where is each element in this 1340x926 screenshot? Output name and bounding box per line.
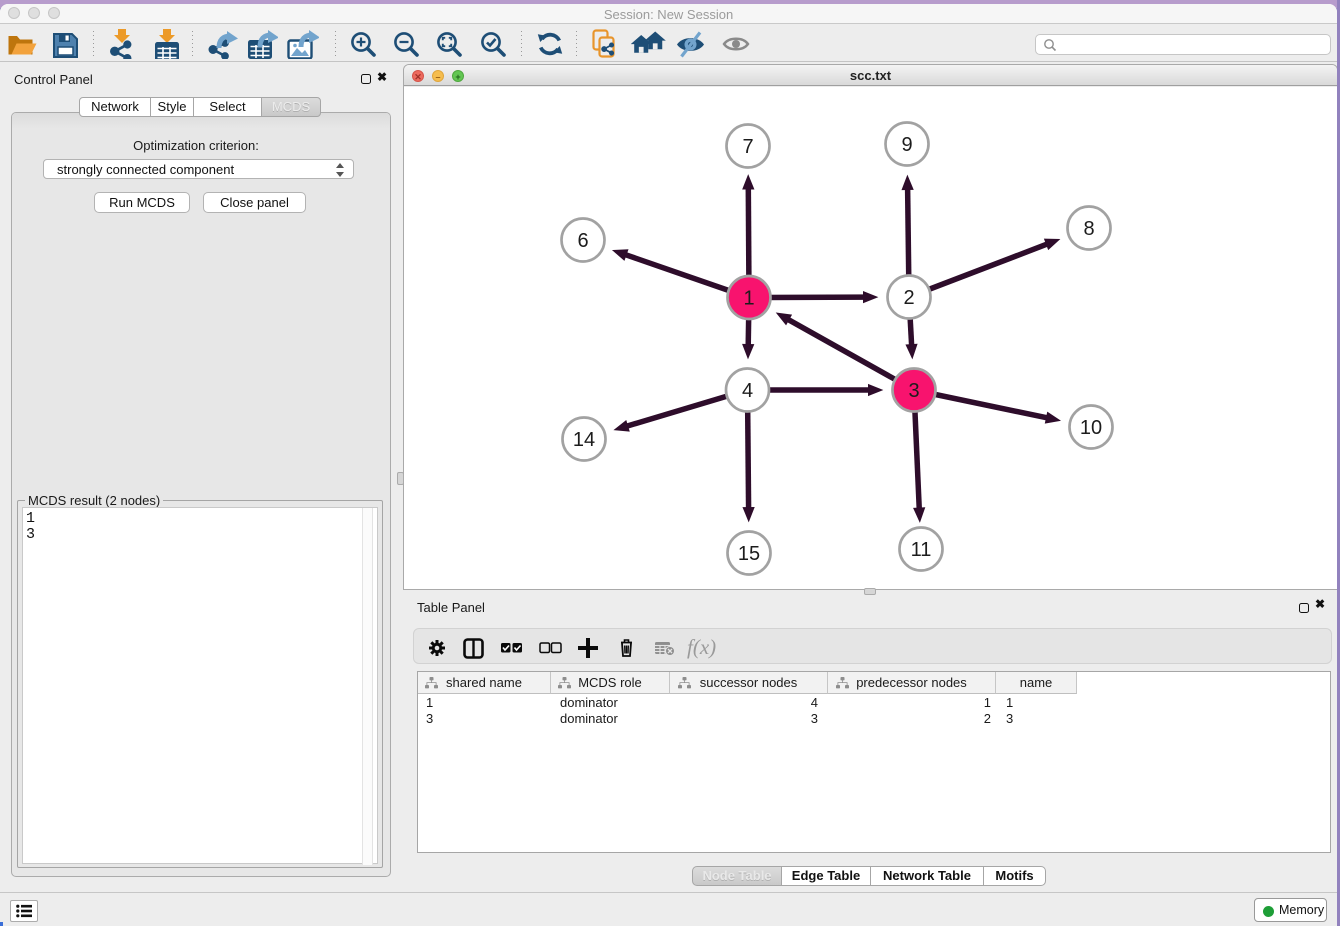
- svg-text:15: 15: [738, 543, 760, 565]
- svg-text:10: 10: [1080, 417, 1102, 439]
- svg-text:3: 3: [908, 380, 919, 402]
- svg-text:8: 8: [1083, 218, 1094, 240]
- svg-text:11: 11: [911, 539, 932, 561]
- svg-text:2: 2: [903, 287, 914, 309]
- svg-text:7: 7: [742, 136, 753, 158]
- svg-text:14: 14: [573, 429, 595, 451]
- svg-text:1: 1: [743, 288, 754, 310]
- svg-text:9: 9: [901, 134, 912, 156]
- svg-text:4: 4: [742, 380, 753, 402]
- svg-text:6: 6: [577, 230, 588, 252]
